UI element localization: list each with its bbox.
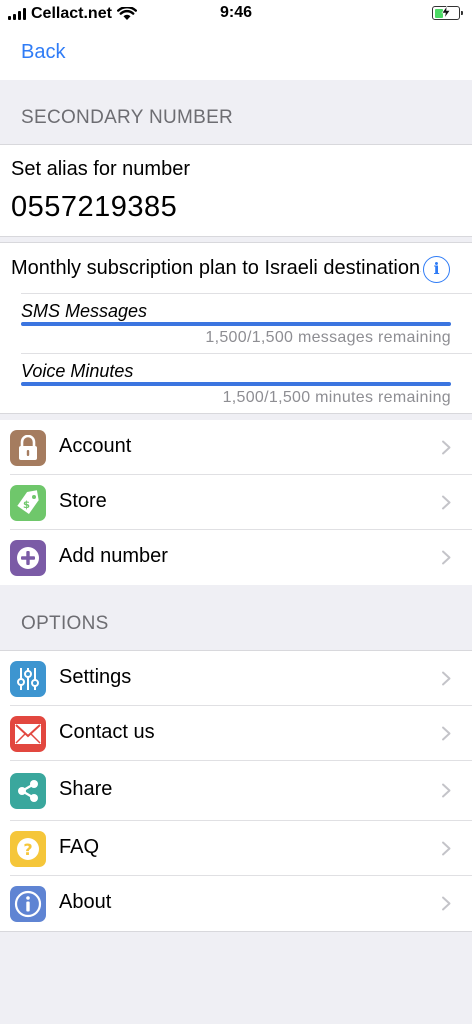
menu-item-label: Settings	[59, 666, 132, 688]
price-tag-icon: $	[10, 485, 46, 521]
alias-card[interactable]: Set alias for number 0557219385	[0, 144, 472, 237]
navigation-bar: Back	[0, 28, 472, 80]
usage-sms: SMS Messages 1,500/1,500 messages remain…	[21, 293, 472, 353]
section-header-secondary-number: SECONDARY NUMBER	[21, 107, 234, 128]
status-bar: Cellact.net 9:46	[0, 0, 472, 28]
chevron-right-icon	[442, 726, 451, 741]
question-icon: ?	[10, 831, 46, 867]
section-header-options: OPTIONS	[21, 613, 109, 634]
usage-progress-bar	[21, 382, 451, 386]
menu-item-contact-us[interactable]: Contact us	[0, 706, 472, 761]
chevron-right-icon	[442, 550, 451, 565]
plus-circle-icon	[10, 540, 46, 576]
battery-icon	[432, 6, 463, 20]
set-alias-label[interactable]: Set alias for number	[11, 158, 190, 181]
menu-item-label: Store	[59, 490, 107, 512]
info-icon[interactable]: i	[423, 256, 450, 283]
usage-remaining-text: 1,500/1,500 minutes remaining	[222, 389, 451, 406]
sliders-icon	[10, 661, 46, 697]
chevron-right-icon	[442, 495, 451, 510]
menu-item-label: About	[59, 891, 112, 913]
menu-item-label: Add number	[59, 545, 168, 567]
share-icon	[10, 773, 46, 809]
chevron-right-icon	[442, 671, 451, 686]
chevron-right-icon	[442, 440, 451, 455]
menu-item-label: Contact us	[59, 721, 155, 743]
menu-item-label: Share	[59, 778, 113, 800]
subscription-plan-card: Monthly subscription plan to Israeli des…	[0, 242, 472, 414]
account-menu: Account $ Store Add number	[0, 420, 472, 587]
envelope-icon	[10, 716, 46, 752]
status-time: 9:46	[219, 4, 253, 21]
menu-item-share[interactable]: Share	[0, 761, 472, 821]
usage-bar-fill	[21, 322, 451, 326]
info-icon	[10, 886, 46, 922]
usage-progress-bar	[21, 322, 451, 326]
menu-item-label: FAQ	[59, 836, 100, 858]
usage-voice: Voice Minutes 1,500/1,500 minutes remain…	[21, 353, 472, 413]
menu-item-add-number[interactable]: Add number	[0, 530, 472, 585]
menu-item-account[interactable]: Account	[0, 420, 472, 475]
lock-icon	[10, 430, 46, 466]
menu-item-about[interactable]: About	[0, 876, 472, 931]
menu-item-label: Account	[59, 435, 132, 457]
usage-label: SMS Messages	[21, 301, 148, 321]
phone-number: 0557219385	[11, 191, 178, 223]
usage-bar-fill	[21, 382, 451, 386]
plan-title: Monthly subscription plan to Israeli des…	[11, 257, 421, 279]
menu-item-faq[interactable]: ? FAQ	[0, 821, 472, 876]
usage-remaining-text: 1,500/1,500 messages remaining	[205, 329, 451, 346]
options-menu: Settings Contact us Share ? FAQ About	[0, 650, 472, 932]
chevron-right-icon	[442, 896, 451, 911]
menu-item-settings[interactable]: Settings	[0, 651, 472, 706]
svg-text:?: ?	[23, 840, 32, 859]
back-button[interactable]: Back	[21, 41, 65, 64]
chevron-right-icon	[442, 783, 451, 798]
svg-text:$: $	[23, 500, 30, 511]
usage-label: Voice Minutes	[21, 361, 134, 381]
menu-item-store[interactable]: $ Store	[0, 475, 472, 530]
chevron-right-icon	[442, 841, 451, 856]
